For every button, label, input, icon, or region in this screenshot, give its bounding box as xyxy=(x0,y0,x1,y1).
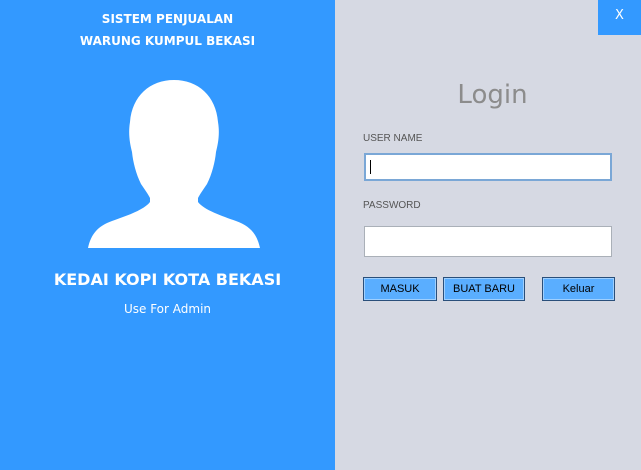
store-name: KEDAI KOPI KOTA BEKASI xyxy=(53,270,282,289)
register-button[interactable]: BUAT BARU xyxy=(443,277,525,301)
login-button[interactable]: MASUK xyxy=(363,277,437,301)
app-title-line1: SISTEM PENJUALAN xyxy=(101,12,234,26)
login-heading: Login xyxy=(457,80,528,110)
exit-button[interactable]: Keluar xyxy=(542,277,615,301)
username-field[interactable] xyxy=(364,153,612,181)
close-button[interactable]: X xyxy=(598,0,641,35)
username-label: USER NAME xyxy=(363,133,423,144)
app-title-line2: WARUNG KUMPUL BEKASI xyxy=(79,34,256,48)
left-panel: SISTEM PENJUALAN WARUNG KUMPUL BEKASI KE… xyxy=(0,0,335,470)
password-label: PASSWORD xyxy=(363,200,421,211)
text-cursor xyxy=(370,160,371,174)
password-field[interactable] xyxy=(364,226,612,257)
store-subtitle: Use For Admin xyxy=(123,302,212,316)
user-silhouette-icon xyxy=(88,80,260,248)
